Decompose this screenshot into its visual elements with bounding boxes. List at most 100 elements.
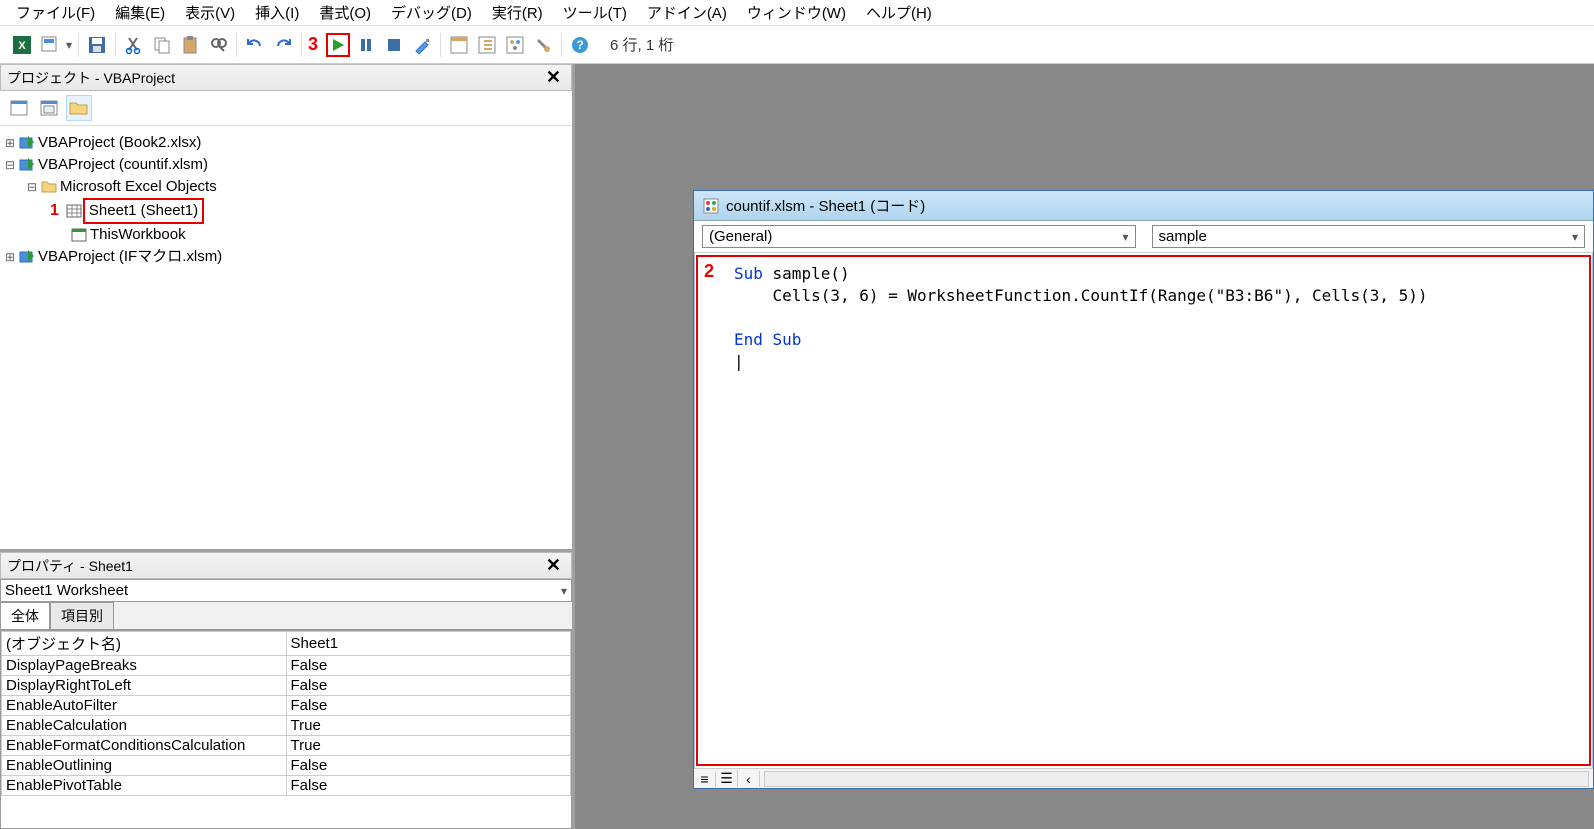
properties-grid[interactable]: (オブジェクト名)Sheet1DisplayPageBreaksFalseDis… [0, 630, 572, 829]
toolbar-paste-button[interactable] [178, 33, 202, 57]
toolbar-object-browser-button[interactable] [503, 33, 527, 57]
close-icon[interactable]: ✕ [542, 67, 565, 88]
scroll-left-button[interactable]: ‹ [738, 771, 760, 787]
tree-expand-icon[interactable]: ⊞ [4, 132, 16, 154]
code-procedure-select[interactable]: sample ▾ [1152, 225, 1586, 248]
find-icon [209, 36, 227, 54]
toolbar-toolbox-button[interactable] [531, 33, 555, 57]
svg-text:X: X [18, 40, 26, 52]
menu-view[interactable]: 表示(V) [181, 0, 239, 25]
tree-item-vbaproject-book2[interactable]: VBAProject (Book2.xlsx) [38, 132, 201, 154]
vba-project-icon [18, 249, 36, 265]
toolbar-break-button[interactable] [354, 33, 378, 57]
property-name: EnablePivotTable [2, 776, 287, 796]
toolbar-cut-button[interactable] [122, 33, 146, 57]
project-explorer-icon [450, 36, 468, 54]
toolbox-icon [534, 36, 552, 54]
property-value[interactable]: False [286, 776, 571, 796]
code-window-titlebar[interactable]: countif.xlsm - Sheet1 (コード) [694, 191, 1593, 221]
toolbar-project-explorer-button[interactable] [447, 33, 471, 57]
property-name: EnableCalculation [2, 716, 287, 736]
property-value[interactable]: True [286, 736, 571, 756]
property-row[interactable]: EnableFormatConditionsCalculationTrue [2, 736, 571, 756]
properties-tab-all[interactable]: 全体 [0, 602, 50, 629]
cut-icon [125, 36, 143, 54]
toolbar-design-mode-button[interactable] [410, 33, 434, 57]
menu-help[interactable]: ヘルプ(H) [862, 0, 936, 25]
toolbar-redo-button[interactable] [271, 33, 295, 57]
vba-project-icon [18, 157, 36, 173]
tree-collapse-icon[interactable]: ⊟ [26, 176, 38, 198]
tree-item-vbaproject-ifmacro[interactable]: VBAProject (IFマクロ.xlsm) [38, 246, 222, 268]
code-editor[interactable]: 2 Sub sample() Cells(3, 6) = WorksheetFu… [696, 255, 1591, 766]
project-tree[interactable]: ⊞ VBAProject (Book2.xlsx) ⊟ VBAProject (… [0, 126, 572, 549]
code-text[interactable]: Sub sample() Cells(3, 6) = WorksheetFunc… [698, 257, 1434, 764]
dropdown-chevron-icon[interactable]: ▾ [66, 38, 72, 52]
tree-expand-icon[interactable]: ⊞ [4, 246, 16, 268]
tree-item-sheet1[interactable]: Sheet1 (Sheet1) [83, 198, 204, 224]
property-row[interactable]: EnableOutliningFalse [2, 756, 571, 776]
property-value[interactable]: False [286, 676, 571, 696]
property-name: EnableAutoFilter [2, 696, 287, 716]
view-code-button[interactable] [6, 95, 32, 121]
property-row[interactable]: DisplayPageBreaksFalse [2, 656, 571, 676]
code-selectors: (General) ▾ sample ▾ [694, 221, 1593, 253]
property-name: EnableFormatConditionsCalculation [2, 736, 287, 756]
property-value[interactable]: Sheet1 [286, 632, 571, 656]
tree-item-vbaproject-countif[interactable]: VBAProject (countif.xlsm) [38, 154, 208, 176]
code-object-select[interactable]: (General) ▾ [702, 225, 1136, 248]
toolbar-help-button[interactable]: ? [568, 33, 592, 57]
property-value[interactable]: False [286, 696, 571, 716]
toolbar-find-button[interactable] [206, 33, 230, 57]
menu-debug[interactable]: デバッグ(D) [387, 0, 476, 25]
procedure-view-button[interactable]: ≡ [694, 771, 716, 787]
view-code-icon [10, 100, 28, 116]
toolbar-excel-icon[interactable]: X [10, 33, 34, 57]
chevron-down-icon: ▾ [1122, 230, 1128, 244]
property-row[interactable]: EnableCalculationTrue [2, 716, 571, 736]
toolbar-copy-button[interactable] [150, 33, 174, 57]
toolbar-properties-window-button[interactable] [475, 33, 499, 57]
property-name: DisplayPageBreaks [2, 656, 287, 676]
toolbar-separator [301, 33, 302, 57]
worksheet-icon [65, 203, 83, 219]
property-value[interactable]: False [286, 756, 571, 776]
view-object-button[interactable] [36, 95, 62, 121]
toggle-folders-button[interactable] [66, 95, 92, 121]
annotation-marker-1: 1 [50, 200, 59, 222]
properties-tabs: 全体 項目別 [0, 602, 572, 630]
property-row[interactable]: DisplayRightToLeftFalse [2, 676, 571, 696]
project-explorer-panel: プロジェクト - VBAProject ✕ ⊞ [0, 64, 572, 549]
horizontal-scrollbar[interactable] [764, 771, 1589, 787]
close-icon[interactable]: ✕ [542, 555, 565, 576]
toolbar-stop-button[interactable] [382, 33, 406, 57]
property-row[interactable]: EnablePivotTableFalse [2, 776, 571, 796]
menu-window[interactable]: ウィンドウ(W) [743, 0, 850, 25]
toolbar-save-button[interactable] [85, 33, 109, 57]
menu-tools[interactable]: ツール(T) [559, 0, 631, 25]
menu-format[interactable]: 書式(O) [315, 0, 375, 25]
tree-item-thisworkbook[interactable]: ThisWorkbook [90, 224, 186, 246]
project-explorer-toolbar [0, 91, 572, 126]
full-module-view-button[interactable]: ☰ [716, 770, 738, 787]
menu-edit[interactable]: 編集(E) [111, 0, 169, 25]
property-value[interactable]: True [286, 716, 571, 736]
properties-object-select[interactable]: Sheet1 Worksheet ▾ [0, 579, 572, 602]
menu-run[interactable]: 実行(R) [488, 0, 547, 25]
toolbar-undo-button[interactable] [243, 33, 267, 57]
toolbar-run-button[interactable] [326, 33, 350, 57]
property-value[interactable]: False [286, 656, 571, 676]
property-row[interactable]: (オブジェクト名)Sheet1 [2, 632, 571, 656]
annotation-marker-3: 3 [308, 34, 318, 55]
toolbar-insert-module-button[interactable] [38, 33, 62, 57]
properties-header: プロパティ - Sheet1 ✕ [0, 552, 572, 579]
menu-file[interactable]: ファイル(F) [12, 0, 99, 25]
properties-tab-categorized[interactable]: 項目別 [50, 602, 114, 629]
cursor-position-status: 6 行, 1 桁 [602, 32, 681, 57]
tree-item-excel-objects[interactable]: Microsoft Excel Objects [60, 176, 217, 198]
menu-addins[interactable]: アドイン(A) [643, 0, 731, 25]
paste-icon [181, 36, 199, 54]
menu-insert[interactable]: 挿入(I) [251, 0, 303, 25]
property-row[interactable]: EnableAutoFilterFalse [2, 696, 571, 716]
tree-collapse-icon[interactable]: ⊟ [4, 154, 16, 176]
